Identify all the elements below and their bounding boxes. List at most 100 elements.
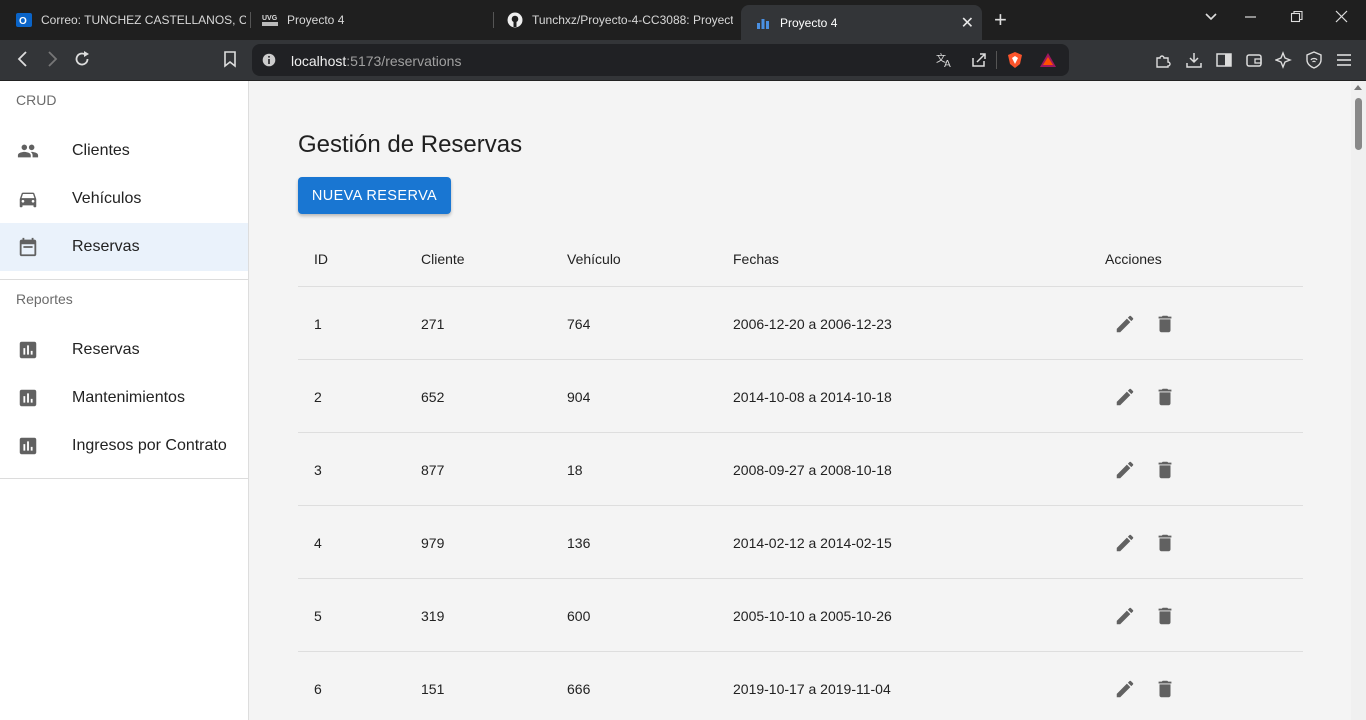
bookmark-icon[interactable] bbox=[221, 50, 239, 71]
minimize-icon[interactable] bbox=[1244, 10, 1258, 27]
brave-shields-icon[interactable] bbox=[1006, 51, 1024, 74]
restore-icon[interactable] bbox=[1290, 10, 1304, 27]
cell-id: 3 bbox=[314, 462, 322, 478]
url-text: localhost:5173/reservations bbox=[291, 53, 461, 69]
cell-vehiculo: 136 bbox=[567, 535, 591, 551]
download-icon[interactable] bbox=[1185, 51, 1203, 69]
cell-cliente: 151 bbox=[421, 681, 445, 697]
page-title: Gestión de Reservas bbox=[298, 131, 523, 158]
table-row: 5 319 600 2005-10-10 a 2005-10-26 bbox=[298, 579, 1303, 652]
wallet-icon[interactable] bbox=[1245, 51, 1263, 69]
cell-id: 4 bbox=[314, 535, 322, 551]
cell-vehiculo: 904 bbox=[567, 389, 591, 405]
sidebar-item-clientes[interactable]: Clientes bbox=[0, 127, 248, 175]
column-header-id: ID bbox=[314, 251, 328, 267]
column-header-fechas: Fechas bbox=[733, 251, 779, 267]
vpn-icon[interactable] bbox=[1305, 51, 1323, 69]
cell-cliente: 271 bbox=[421, 316, 445, 332]
close-window-icon[interactable] bbox=[1335, 10, 1349, 27]
browser-tab-active[interactable]: Proyecto 4 ✕ bbox=[741, 5, 982, 40]
bar-chart-icon bbox=[17, 339, 39, 361]
cell-cliente: 979 bbox=[421, 535, 445, 551]
url-path: :5173/reservations bbox=[346, 53, 462, 69]
reload-icon[interactable] bbox=[73, 50, 91, 71]
sidebar-item-vehiculos[interactable]: Vehículos bbox=[0, 175, 248, 223]
sidebar-item-label: Vehículos bbox=[72, 190, 142, 207]
delete-icon[interactable] bbox=[1154, 459, 1176, 481]
delete-icon[interactable] bbox=[1154, 532, 1176, 554]
sidebar-divider bbox=[0, 279, 248, 280]
cell-cliente: 319 bbox=[421, 608, 445, 624]
edit-icon[interactable] bbox=[1114, 313, 1136, 335]
scroll-thumb[interactable] bbox=[1355, 98, 1362, 150]
calendar-icon bbox=[17, 236, 39, 258]
site-info-icon[interactable] bbox=[262, 53, 276, 72]
tab-search-icon[interactable] bbox=[1204, 10, 1218, 27]
menu-icon[interactable] bbox=[1335, 51, 1353, 69]
translate-icon[interactable]: 文A bbox=[936, 52, 954, 73]
new-reservation-button[interactable]: NUEVA RESERVA bbox=[298, 177, 451, 214]
sidebar-item-reservas[interactable]: Reservas bbox=[0, 223, 248, 271]
url-divider bbox=[996, 51, 997, 69]
car-icon bbox=[17, 188, 39, 210]
bar-chart-icon bbox=[17, 387, 39, 409]
table-row: 3 877 18 2008-09-27 a 2008-10-18 bbox=[298, 433, 1303, 506]
people-icon bbox=[17, 140, 39, 162]
sidebar-item-label: Reservas bbox=[72, 238, 140, 255]
edit-icon[interactable] bbox=[1114, 605, 1136, 627]
tab-title: Proyecto 4 bbox=[780, 15, 838, 30]
table-row: 2 652 904 2014-10-08 a 2014-10-18 bbox=[298, 360, 1303, 433]
cell-fechas: 2006-12-20 a 2006-12-23 bbox=[733, 316, 892, 332]
svg-text:UVG: UVG bbox=[262, 15, 278, 22]
extensions-icon[interactable] bbox=[1154, 51, 1172, 69]
back-icon[interactable] bbox=[14, 50, 32, 71]
reservations-table: ID Cliente Vehículo Fechas Acciones 1 271… bbox=[298, 221, 1303, 720]
edit-icon[interactable] bbox=[1114, 386, 1136, 408]
edit-icon[interactable] bbox=[1114, 459, 1136, 481]
tab-title: Proyecto 4 bbox=[287, 13, 345, 27]
browser-tab-proyecto[interactable]: UVG Proyecto 4 bbox=[248, 5, 492, 35]
new-tab-icon[interactable]: + bbox=[994, 9, 1007, 31]
leo-ai-icon[interactable] bbox=[1274, 51, 1293, 69]
github-icon bbox=[507, 12, 523, 28]
close-tab-icon[interactable]: ✕ bbox=[961, 13, 974, 33]
sidebar-item-report-ingresos[interactable]: Ingresos por Contrato bbox=[0, 422, 248, 470]
sidebar-toggle-icon[interactable] bbox=[1215, 51, 1233, 69]
sidebar-item-report-mantenimientos[interactable]: Mantenimientos bbox=[0, 374, 248, 422]
edit-icon[interactable] bbox=[1114, 678, 1136, 700]
cell-id: 6 bbox=[314, 681, 322, 697]
delete-icon[interactable] bbox=[1154, 313, 1176, 335]
sidebar-item-report-reservas[interactable]: Reservas bbox=[0, 326, 248, 374]
cell-fechas: 2019-10-17 a 2019-11-04 bbox=[733, 681, 891, 697]
cell-vehiculo: 666 bbox=[567, 681, 591, 697]
cell-id: 1 bbox=[314, 316, 322, 332]
sidebar-item-label: Mantenimientos bbox=[72, 389, 185, 406]
cell-vehiculo: 600 bbox=[567, 608, 591, 624]
scrollbar[interactable] bbox=[1351, 81, 1366, 720]
brave-rewards-icon[interactable] bbox=[1039, 51, 1057, 74]
scroll-up-arrow[interactable] bbox=[1354, 85, 1362, 90]
address-bar[interactable]: localhost:5173/reservations 文A bbox=[252, 44, 1069, 76]
uvg-icon: UVG bbox=[262, 12, 278, 28]
edit-icon[interactable] bbox=[1114, 532, 1136, 554]
delete-icon[interactable] bbox=[1154, 605, 1176, 627]
browser-tab-mail[interactable]: O Correo: TUNCHEZ CASTELLANOS, CR bbox=[2, 5, 246, 35]
sidebar-item-label: Clientes bbox=[72, 142, 130, 159]
delete-icon[interactable] bbox=[1154, 678, 1176, 700]
cell-fechas: 2014-02-12 a 2014-02-15 bbox=[733, 535, 892, 551]
cell-fechas: 2008-09-27 a 2008-10-18 bbox=[733, 462, 892, 478]
cell-fechas: 2014-10-08 a 2014-10-18 bbox=[733, 389, 892, 405]
share-icon[interactable] bbox=[970, 52, 988, 73]
browser-tab-github[interactable]: Tunchxz/Proyecto-4-CC3088: Proyect bbox=[493, 5, 733, 35]
delete-icon[interactable] bbox=[1154, 386, 1176, 408]
section-title-crud: CRUD bbox=[16, 92, 57, 108]
cell-cliente: 877 bbox=[421, 462, 445, 478]
cell-cliente: 652 bbox=[421, 389, 445, 405]
tab-title: Tunchxz/Proyecto-4-CC3088: Proyect bbox=[532, 13, 733, 27]
cell-id: 5 bbox=[314, 608, 322, 624]
table-body: 1 271 764 2006-12-20 a 2006-12-23 2 652 904 201… bbox=[298, 287, 1303, 720]
column-header-acciones: Acciones bbox=[1105, 251, 1162, 267]
forward-icon[interactable] bbox=[43, 50, 61, 71]
svg-text:A: A bbox=[944, 59, 951, 68]
sidebar-item-label: Ingresos por Contrato bbox=[72, 437, 227, 454]
